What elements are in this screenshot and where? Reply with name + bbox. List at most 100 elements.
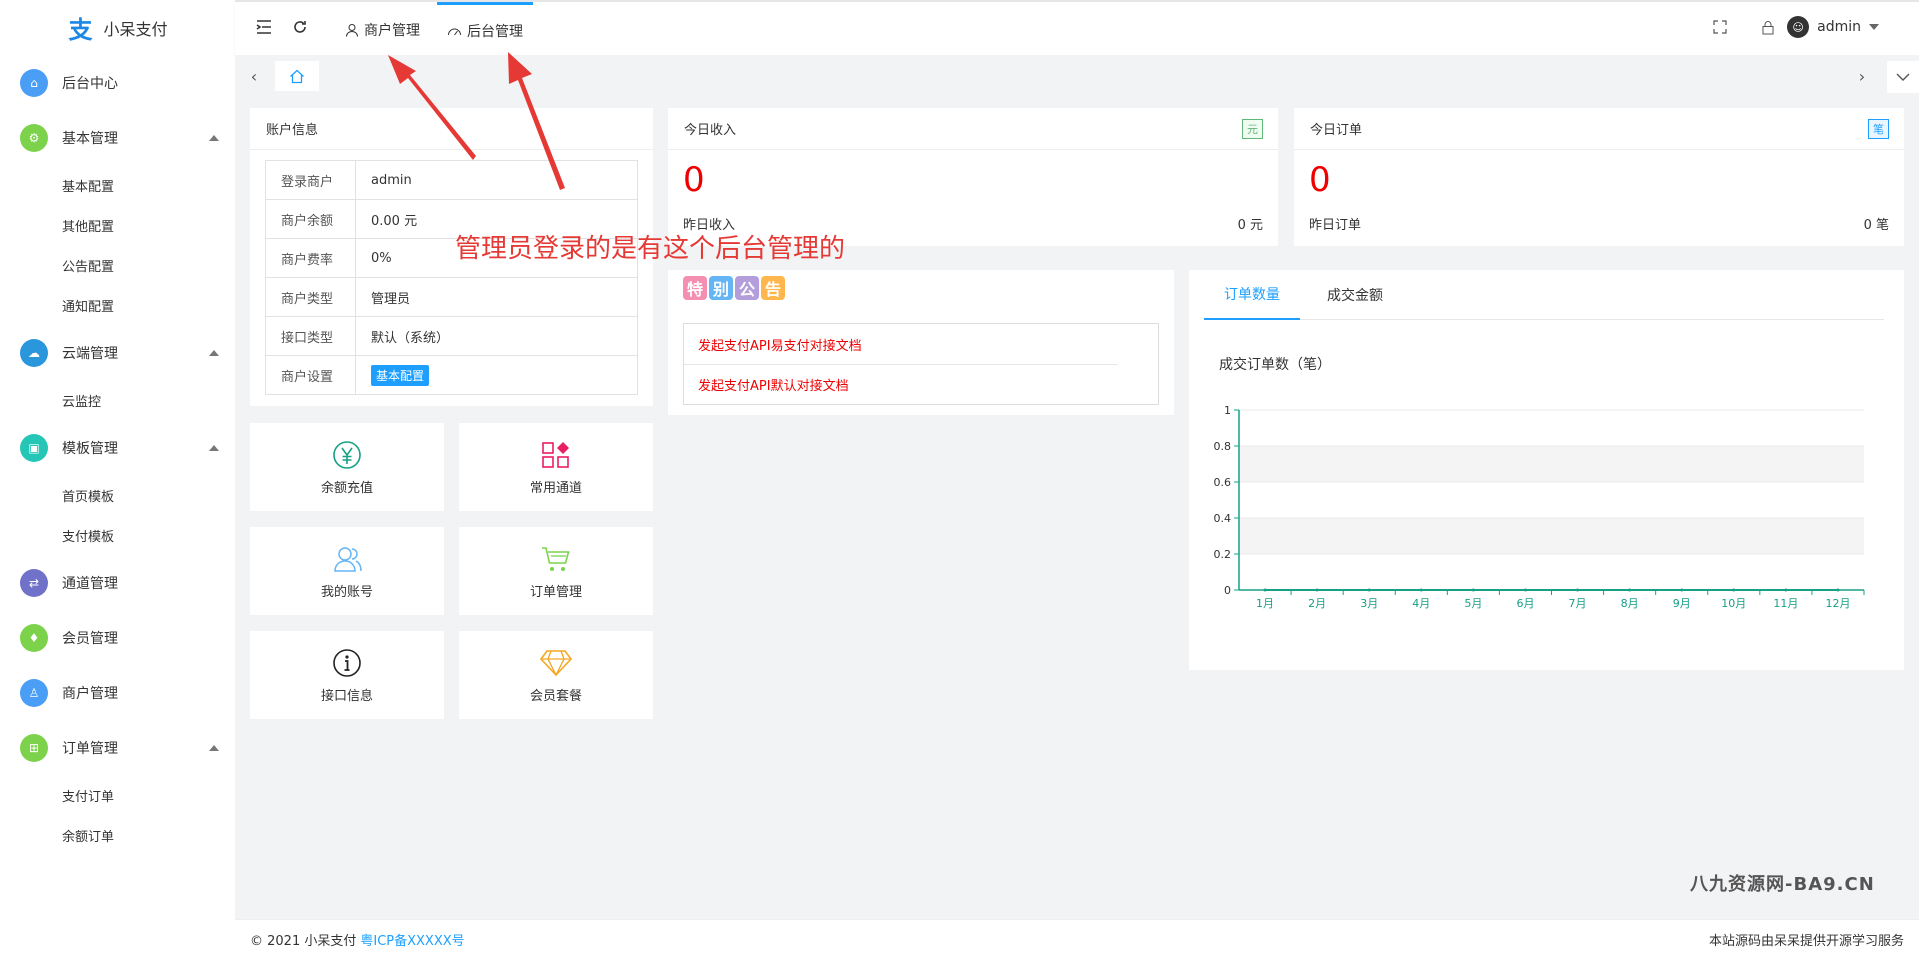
y-tick-label: 0 — [1224, 584, 1231, 597]
notice-title: 特别公告 — [683, 276, 785, 300]
sidebar: 支 小呆支付 ⌂ 后台中心 ⚙ 基本管理 基本配置 其他配置 公告配置 通知配置 ☁ 云端管理云监… — [0, 0, 235, 955]
chart-title: 成交订单数（笔） — [1219, 357, 1331, 373]
sidebar-subitem[interactable]: 首页模板 — [0, 475, 235, 515]
row-key: 商户设置 — [265, 355, 356, 395]
chevron-up-icon — [209, 444, 219, 451]
tab-admin-management[interactable]: 后台管理 — [437, 2, 533, 57]
sidebar-subitem[interactable]: 基本配置 — [0, 165, 235, 205]
data-point — [1471, 588, 1475, 592]
sidebar-item[interactable]: ♦ 会员管理 — [0, 610, 235, 665]
icp-link[interactable]: 粤ICP备XXXXX号 — [360, 934, 464, 949]
tab-label: 后台管理 — [467, 24, 523, 40]
settings-icon: ⚙ — [20, 123, 48, 152]
sidebar-item[interactable]: ⌂ 后台中心 — [0, 55, 235, 110]
tile-label: 会员套餐 — [529, 688, 582, 704]
x-tick-label: 1月 — [1256, 597, 1274, 610]
data-point — [1784, 588, 1788, 592]
chevron-right-icon[interactable]: › — [1849, 63, 1875, 89]
tile-order-management[interactable]: 订单管理 — [459, 527, 653, 615]
info-icon — [331, 647, 363, 679]
chevron-left-icon[interactable]: ‹ — [241, 63, 267, 89]
x-tick-label: 5月 — [1464, 597, 1482, 610]
sidebar-subitem[interactable]: 其他配置 — [0, 205, 235, 245]
notice-link[interactable]: 发起支付API默认对接文档 — [684, 364, 1158, 404]
sidebar-subitem[interactable]: 余额订单 — [0, 815, 235, 855]
diamond-icon — [540, 647, 572, 679]
sidebar-subitem[interactable]: 公告配置 — [0, 245, 235, 285]
yesterday-orders-value: 0 笔 — [1863, 218, 1889, 233]
logo[interactable]: 支 小呆支付 — [0, 0, 235, 55]
tile-label: 订单管理 — [529, 584, 582, 600]
sidebar-subitem[interactable]: 云监控 — [0, 380, 235, 420]
notice-title-char: 告 — [761, 276, 785, 300]
x-tick-label: 4月 — [1412, 597, 1430, 610]
grid-icon — [540, 439, 572, 471]
sidebar-item-label: 云端管理 — [62, 345, 118, 362]
menu-toggle-icon[interactable] — [253, 16, 275, 38]
row-value: 管理员 — [355, 277, 638, 317]
tile-common-channels[interactable]: 常用通道 — [459, 423, 653, 511]
sidebar-item[interactable]: ⊞ 订单管理 — [0, 720, 235, 775]
tab-menu-button[interactable] — [1887, 61, 1919, 93]
chevron-up-icon — [209, 349, 219, 356]
sidebar-item-label: 商户管理 — [62, 685, 118, 702]
user-menu[interactable]: ☺ admin — [1787, 16, 1879, 38]
top-bar: 商户管理 后台管理 ☺ admin — [235, 0, 1919, 55]
data-point — [1576, 588, 1580, 592]
sidebar-subitem[interactable]: 通知配置 — [0, 285, 235, 325]
tab-order-count[interactable]: 订单数量 — [1204, 270, 1300, 320]
fullscreen-icon[interactable] — [1709, 16, 1731, 38]
card-title: 今日订单 — [1294, 108, 1904, 150]
tab-strip: ‹ › — [235, 55, 1919, 97]
user-icon — [346, 23, 358, 37]
sidebar-item-label: 会员管理 — [62, 630, 118, 647]
yen-icon — [331, 439, 363, 471]
data-point — [1315, 588, 1319, 592]
sidebar-item[interactable]: ⇄ 通道管理 — [0, 555, 235, 610]
row-value: 默认（系统） — [355, 316, 638, 356]
x-tick-label: 3月 — [1360, 597, 1378, 610]
tile-balance-recharge[interactable]: 余额充值 — [250, 423, 444, 511]
basic-config-button[interactable]: 基本配置 — [371, 364, 430, 386]
row-value: admin — [355, 160, 638, 200]
sidebar-item[interactable]: ♙ 商户管理 — [0, 665, 235, 720]
home-icon — [290, 69, 304, 83]
divider — [1204, 319, 1884, 320]
lock-icon[interactable] — [1757, 16, 1779, 38]
sidebar-item-label: 后台中心 — [62, 75, 118, 92]
x-tick-label: 12月 — [1825, 597, 1850, 610]
sidebar-subitem[interactable]: 支付模板 — [0, 515, 235, 555]
tab-label: 商户管理 — [364, 22, 420, 39]
tile-api-info[interactable]: 接口信息 — [250, 631, 444, 719]
account-table: 登录商户 admin 商户余额 0.00 元商户费率 0% 商户类型 管理员 接口类型 默认（系… — [265, 160, 638, 395]
sidebar-item-label: 通道管理 — [62, 575, 118, 592]
data-point — [1732, 588, 1736, 592]
today-orders-value: 0 — [1309, 160, 1331, 200]
sidebar-item[interactable]: ▣ 模板管理 — [0, 420, 235, 475]
data-point — [1836, 588, 1840, 592]
dashboard-icon — [448, 28, 461, 36]
sidebar-item[interactable]: ⚙ 基本管理 — [0, 110, 235, 165]
notice-list: 发起支付API易支付对接文档 发起支付API默认对接文档 — [683, 323, 1159, 405]
tile-member-packages[interactable]: 会员套餐 — [459, 631, 653, 719]
tab-merchant-management[interactable]: 商户管理 — [345, 2, 420, 57]
y-tick-label: 0.4 — [1214, 512, 1232, 525]
channel-icon: ⇄ — [20, 568, 48, 597]
sidebar-subitem[interactable]: 支付订单 — [0, 775, 235, 815]
tab-transaction-amount[interactable]: 成交金额 — [1319, 270, 1391, 320]
orders-line-chart: 00.20.40.60.811月 2月 3月 4月 5月 6月 7月 8月 9月 10月 11月 12… — [1214, 404, 1865, 610]
notice-card: 特别公告 发起支付API易支付对接文档 发起支付API默认对接文档 — [668, 270, 1174, 415]
divider — [684, 364, 1118, 365]
data-point — [1419, 588, 1423, 592]
home-tab[interactable] — [275, 61, 319, 91]
refresh-icon[interactable] — [289, 16, 311, 38]
data-point — [1680, 588, 1684, 592]
tile-my-account[interactable]: 我的账号 — [250, 527, 444, 615]
tile-label: 常用通道 — [529, 480, 582, 496]
x-tick-label: 7月 — [1569, 597, 1587, 610]
cloud-icon: ☁ — [20, 338, 48, 367]
x-tick-label: 2月 — [1308, 597, 1326, 610]
sidebar-item[interactable]: ☁ 云端管理 — [0, 325, 235, 380]
data-point — [1523, 588, 1527, 592]
notice-link[interactable]: 发起支付API易支付对接文档 — [684, 324, 1158, 364]
